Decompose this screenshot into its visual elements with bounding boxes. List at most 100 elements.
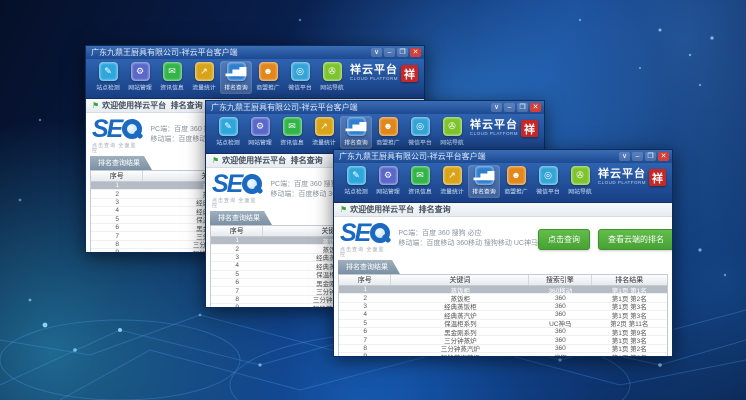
toolbar-item-label: 资讯信息 <box>406 187 435 196</box>
table-cell: 360 <box>529 295 591 302</box>
minimize-button[interactable]: – <box>632 152 643 161</box>
table-cell: 3 <box>91 199 143 206</box>
table-cell: 2 <box>211 246 263 253</box>
toolbar-item-site-check[interactable]: ✎站点检测 <box>212 116 244 149</box>
toolbar-item-label: 站点检测 <box>214 138 243 147</box>
site-check-icon: ✎ <box>99 62 118 81</box>
table-cell: 搜狗 <box>529 352 591 357</box>
toolbar-item-rank-query[interactable]: ▂▅▇排名查询 <box>468 165 500 198</box>
seo-logo-text: SE <box>212 172 241 197</box>
brand-seal-icon: 祥 <box>401 65 418 82</box>
brand-name: 祥云平台 <box>598 169 646 180</box>
seo-logo-text: SE <box>92 117 121 142</box>
magnifier-icon <box>242 174 262 194</box>
toolbar-item-site-nav[interactable]: ✇ 网站导航 <box>316 61 348 94</box>
toolbar-item-site-nav[interactable]: ✇网站导航 <box>564 165 596 198</box>
toolbar-item-rank-query[interactable]: ▂▅▇排名查询 <box>340 116 372 149</box>
close-button[interactable]: ✕ <box>658 152 669 161</box>
toolbar-item-label: 排名查询 <box>222 83 251 92</box>
toolbar-item-label: 站点检测 <box>342 187 371 196</box>
column-header[interactable]: 序号 <box>91 171 143 181</box>
toolbar-item-wechat-platform[interactable]: ◎微信平台 <box>284 61 316 94</box>
desktop-background: 广东九鼎王厨具有限公司-祥云平台客户端 ∨–❐✕ ✎站点检测⚙网站管理✉资讯信息… <box>0 0 746 400</box>
brand-name: 祥云平台 <box>350 65 398 76</box>
maximize-button[interactable]: ❐ <box>645 152 656 161</box>
app-window-front[interactable]: 广东九鼎王厨具有限公司-祥云平台客户端 ∨–❐✕ ✎ 站点检测⚙网站管理✉资讯信息… <box>333 149 673 357</box>
toolbar-item-alliance-promo[interactable]: ☻商盟推广 <box>372 116 404 149</box>
table-cell: 360 <box>529 303 591 310</box>
close-button[interactable]: ✕ <box>530 103 541 112</box>
toolbar-item-news-info[interactable]: ✉资讯信息 <box>276 116 308 149</box>
close-button[interactable]: ✕ <box>410 48 421 57</box>
minimize-button[interactable]: – <box>384 48 395 57</box>
table-cell: 4 <box>211 262 263 269</box>
mobile-engines-line: 移动端：百度移动 360移动 搜狗移动 UC神马 <box>398 239 538 250</box>
minimize-button[interactable]: – <box>504 103 515 112</box>
breadcrumb-text: 欢迎使用祥云平台 排名查询 <box>222 155 322 166</box>
toolbar-item-label: 网站管理 <box>126 83 155 92</box>
toolbar-item-rank-query[interactable]: ▂▅▇排名查询 <box>220 61 252 94</box>
toolbar-item-alliance-promo[interactable]: ☻商盟推广 <box>500 165 532 198</box>
toolbar-item-traffic-stats[interactable]: ↗流量统计 <box>308 116 340 149</box>
table-row[interactable]: 9智能蒸汽蒸柜搜狗第1页 第3名 <box>339 353 667 357</box>
brand-subtitle: CLOUD PLATFORM <box>470 132 518 137</box>
table-cell: 360移动 <box>529 285 591 295</box>
toolbar-item-wechat-platform[interactable]: ◎微信平台 <box>404 116 436 149</box>
table-cell: 6 <box>91 224 143 231</box>
window-titlebar[interactable]: 广东九鼎王厨具有限公司-祥云平台客户端 ∨–❐✕ <box>334 150 672 163</box>
toolbar-item-label: 网站管理 <box>374 187 403 196</box>
column-header[interactable]: 序号 <box>339 275 391 285</box>
column-header[interactable]: 搜索引擎 <box>529 275 591 285</box>
alliance-promo-icon: ☻ <box>507 166 526 185</box>
toolbar-item-site-check[interactable]: ✎站点检测 <box>92 61 124 94</box>
skin-button[interactable]: ∨ <box>371 48 382 57</box>
skin-button[interactable]: ∨ <box>619 152 630 161</box>
table-cell: 8 <box>339 345 391 352</box>
window-titlebar[interactable]: 广东九鼎王厨具有限公司-祥云平台客户端 ∨–❐✕ <box>86 46 424 59</box>
toolbar-item-alliance-promo[interactable]: ☻商盟推广 <box>252 61 284 94</box>
toolbar-item-news-info[interactable]: ✉资讯信息 <box>156 61 188 94</box>
site-nav-icon: ✇ <box>323 62 342 81</box>
toolbar-item-news-info[interactable]: ✉资讯信息 <box>404 165 436 198</box>
wechat-platform-icon: ◎ <box>291 62 310 81</box>
traffic-stats-icon: ↗ <box>195 62 214 81</box>
toolbar-item-label: 网站导航 <box>318 83 347 92</box>
toolbar-item-wechat-platform[interactable]: ◎微信平台 <box>532 165 564 198</box>
toolbar-item-site-manage[interactable]: ⚙网站管理 <box>372 165 404 198</box>
column-header[interactable]: 排名结果 <box>592 275 667 285</box>
main-toolbar: ✎站点检测⚙网站管理✉资讯信息↗流量统计▂▅▇排名查询☻商盟推广◎微信平台 ✇ 网站… <box>86 59 424 99</box>
window-titlebar[interactable]: 广东九鼎王厨具有限公司-祥云平台客户端 ∨–❐✕ <box>206 101 544 114</box>
brand-logo: 祥云平台 CLOUD PLATFORM 祥 <box>470 116 538 137</box>
results-tab[interactable]: 排名查询结果 <box>338 260 400 274</box>
skin-button[interactable]: ∨ <box>491 103 502 112</box>
breadcrumb-text: 欢迎使用祥云平台 排名查询 <box>350 204 450 215</box>
table-cell: 智能蒸汽蒸柜 <box>391 352 529 357</box>
brand-logo: 祥云平台 CLOUD PLATFORM 祥 <box>350 61 418 82</box>
toolbar-item-traffic-stats[interactable]: ↗流量统计 <box>436 165 468 198</box>
table-cell: 9 <box>339 353 391 357</box>
view-cloud-rank-button[interactable]: 查看云端的排名 <box>598 229 673 250</box>
maximize-button[interactable]: ❐ <box>517 103 528 112</box>
table-cell: 7 <box>91 233 143 240</box>
maximize-button[interactable]: ❐ <box>397 48 408 57</box>
rank-query-icon: ▂▅▇ <box>347 117 366 136</box>
query-button[interactable]: 点击查询 <box>538 229 590 250</box>
toolbar-item-site-manage[interactable]: ⚙网站管理 <box>124 61 156 94</box>
toolbar-item-site-nav[interactable]: ✇网站导航 <box>436 116 468 149</box>
table-cell: 6 <box>211 279 263 286</box>
column-header[interactable]: 序号 <box>211 226 263 236</box>
table-cell: 8 <box>91 241 143 248</box>
results-tab[interactable]: 排名查询结果 <box>90 156 152 170</box>
toolbar-item-site-manage[interactable]: ⚙网站管理 <box>244 116 276 149</box>
results-tab[interactable]: 排名查询结果 <box>210 211 272 225</box>
table-cell: 1 <box>91 182 143 189</box>
toolbar-item-traffic-stats[interactable]: ↗流量统计 <box>188 61 220 94</box>
toolbar-item-site-check[interactable]: ✎ 站点检测 <box>340 165 372 198</box>
toolbar-item-label: 商盟推广 <box>374 138 403 147</box>
site-check-icon: ✎ <box>347 166 366 185</box>
table-cell: 5 <box>339 320 391 327</box>
seo-logo: SE 点击查询 全面监控 <box>212 172 262 209</box>
alliance-promo-icon: ☻ <box>259 62 278 81</box>
brand-name: 祥云平台 <box>470 120 518 131</box>
column-header[interactable]: 关键词 <box>391 275 529 285</box>
